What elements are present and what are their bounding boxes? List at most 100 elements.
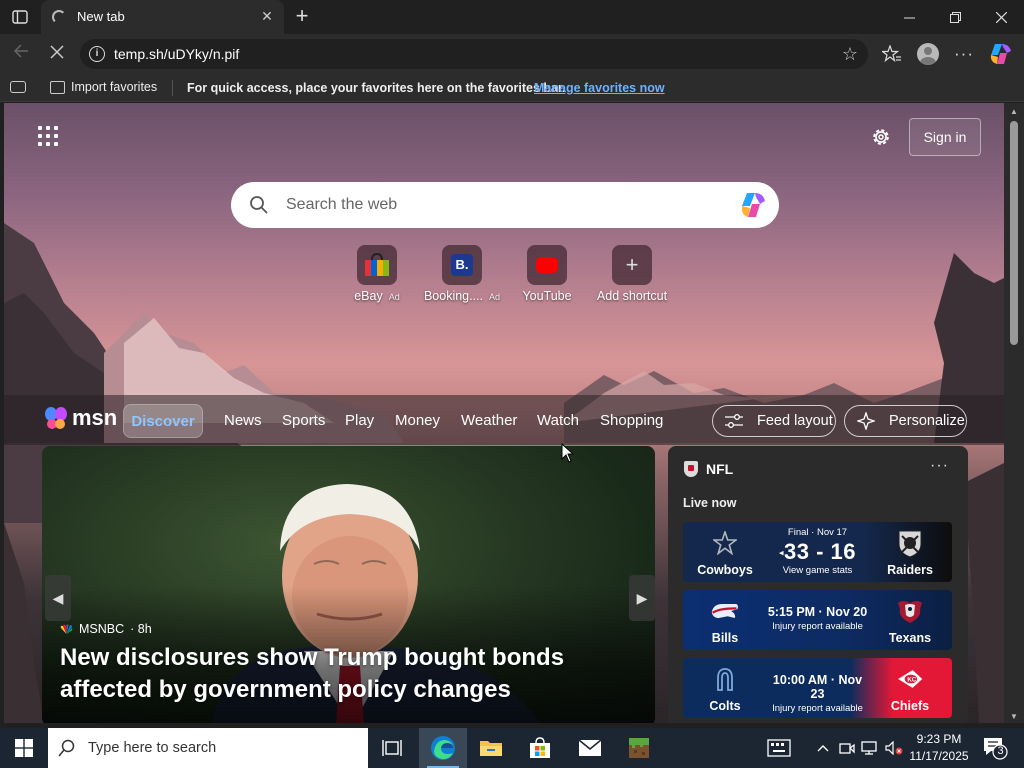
search-icon <box>250 196 268 214</box>
tab-sports[interactable]: Sports <box>282 404 325 438</box>
shortcut-tile: + <box>612 245 652 285</box>
shortcut-tile: B. <box>442 245 482 285</box>
notification-center-button[interactable]: 3 <box>982 736 1008 760</box>
tab-shopping[interactable]: Shopping <box>600 404 663 438</box>
game-score: ◂33 - 16 <box>778 539 857 564</box>
next-story-button[interactable]: ▶ <box>629 575 655 621</box>
arrow-left-icon <box>13 44 28 58</box>
scroll-down-arrow-icon[interactable]: ▼ <box>1010 712 1018 721</box>
settings-more-button[interactable]: ··· <box>952 42 976 66</box>
taskbar-mail[interactable] <box>566 728 614 768</box>
favorites-button[interactable] <box>880 42 904 66</box>
ebay-bag-icon <box>365 253 389 276</box>
tab-play[interactable]: Play <box>345 404 374 438</box>
apps-launcher-icon[interactable] <box>38 126 58 146</box>
team-name: Texans <box>888 631 932 645</box>
raiders-shield-icon <box>895 528 925 558</box>
youtube-icon <box>536 257 558 273</box>
import-favorites-button[interactable]: Import favorites <box>50 80 157 94</box>
minimize-button[interactable] <box>886 0 932 34</box>
tab-actions-button[interactable] <box>8 6 32 28</box>
show-hidden-icons-chevron-icon[interactable] <box>812 728 834 768</box>
taskbar-store[interactable] <box>516 728 564 768</box>
manage-favorites-link[interactable]: Manage favorites now <box>534 81 665 95</box>
site-info-icon[interactable]: i <box>89 46 105 62</box>
restore-button[interactable] <box>932 0 978 34</box>
tab-money[interactable]: Money <box>395 404 440 438</box>
story-source: MSNBC · 8h <box>60 622 152 636</box>
feed-navigation-bar: msn Discover News Sports Play Money Weat… <box>4 395 1004 445</box>
favorites-bar-toggle-icon[interactable] <box>10 81 26 93</box>
task-view-icon <box>382 740 402 756</box>
game-status: Final · Nov 17 <box>787 527 848 538</box>
story-headline[interactable]: New disclosures show Trump bought bonds … <box>60 642 650 706</box>
personalize-label: Personalize <box>889 413 965 429</box>
clock-date: 11/17/2025 <box>909 749 969 763</box>
tab-weather[interactable]: Weather <box>461 404 517 438</box>
nfl-card-header[interactable]: NFL <box>684 461 733 477</box>
taskbar-search-box[interactable]: Type here to search <box>48 728 368 768</box>
network-icon[interactable] <box>859 728 881 768</box>
web-search-box[interactable] <box>231 182 779 228</box>
new-tab-button[interactable]: + <box>290 5 314 29</box>
cowboys-star-icon <box>710 528 740 558</box>
shortcut-booking[interactable]: B. Booking.... Ad <box>417 245 507 311</box>
injury-report-link[interactable]: Injury report available <box>767 703 868 714</box>
search-icon <box>58 739 75 757</box>
add-shortcut-button[interactable]: + Add shortcut <box>587 245 677 311</box>
team-name: Colts <box>709 699 741 713</box>
profile-button[interactable] <box>916 42 940 66</box>
game-cowboys-raiders[interactable]: Cowboys Final · Nov 17 ◂33 - 16 View gam… <box>683 522 952 582</box>
copilot-button[interactable] <box>989 42 1013 66</box>
scrollbar-thumb[interactable] <box>1010 121 1018 345</box>
desktop: New tab ✕ + i temp.sh/uDYky/n.pif ☆ ··· … <box>0 0 1024 768</box>
tab-watch[interactable]: Watch <box>537 404 579 438</box>
taskbar-minecraft[interactable] <box>615 728 663 768</box>
search-input[interactable] <box>286 182 726 228</box>
team-name: Chiefs <box>890 699 930 713</box>
taskbar-edge[interactable] <box>419 728 467 768</box>
tab-news[interactable]: News <box>224 404 262 438</box>
msn-brand: msn <box>72 405 118 430</box>
page-scrollbar[interactable]: ▲ ▼ <box>1004 103 1024 723</box>
volume-muted-icon[interactable] <box>883 728 905 768</box>
game-colts-chiefs[interactable]: Colts 10:00 AM · Nov 23 Injury report av… <box>683 658 952 718</box>
close-tab-icon[interactable]: ✕ <box>259 8 275 24</box>
stop-loading-button[interactable] <box>46 42 68 64</box>
ad-badge: Ad <box>489 292 501 302</box>
personalize-button[interactable]: Personalize <box>844 405 967 437</box>
view-game-stats-link[interactable]: View game stats <box>767 565 868 576</box>
loading-spinner-icon <box>52 10 66 24</box>
keyboard-icon[interactable] <box>762 728 796 768</box>
copilot-icon[interactable] <box>739 192 767 218</box>
more-options-icon[interactable]: ··· <box>930 457 949 475</box>
address-bar[interactable]: i temp.sh/uDYky/n.pif ☆ <box>80 39 868 69</box>
feed-layout-label: Feed layout <box>757 413 833 429</box>
tab-discover[interactable]: Discover <box>123 404 203 438</box>
favorite-star-icon[interactable]: ☆ <box>842 44 858 64</box>
game-bills-texans[interactable]: Bills 5:15 PM · Nov 20 Injury report ava… <box>683 590 952 650</box>
start-button[interactable] <box>0 728 48 768</box>
taskbar-file-explorer[interactable] <box>467 728 515 768</box>
close-window-button[interactable] <box>978 0 1024 34</box>
back-button[interactable] <box>10 42 32 64</box>
scroll-up-arrow-icon[interactable]: ▲ <box>1010 107 1018 116</box>
shortcut-ebay[interactable]: eBay Ad <box>332 245 422 311</box>
booking-icon: B. <box>451 254 473 276</box>
gear-icon[interactable] <box>870 126 892 148</box>
feed-layout-button[interactable]: Feed layout <box>712 405 836 437</box>
restore-icon <box>949 11 961 23</box>
previous-story-button[interactable]: ◀ <box>45 575 71 621</box>
taskbar-clock[interactable]: 9:23 PM 11/17/2025 <box>906 731 972 765</box>
nbc-peacock-icon <box>60 624 73 634</box>
tab-new-tab[interactable]: New tab ✕ <box>41 0 284 34</box>
url-text[interactable]: temp.sh/uDYky/n.pif <box>114 46 239 62</box>
task-view-button[interactable] <box>368 728 416 768</box>
notification-count: 3 <box>997 745 1004 757</box>
msn-logo[interactable]: msn <box>44 405 117 431</box>
shortcut-youtube[interactable]: YouTube <box>502 245 592 311</box>
meet-now-icon[interactable] <box>836 728 858 768</box>
hero-story-card[interactable]: ◀ ▶ MSNBC · 8h New disclosures show Trum… <box>42 446 655 723</box>
sign-in-button[interactable]: Sign in <box>909 118 981 156</box>
injury-report-link[interactable]: Injury report available <box>767 621 868 632</box>
